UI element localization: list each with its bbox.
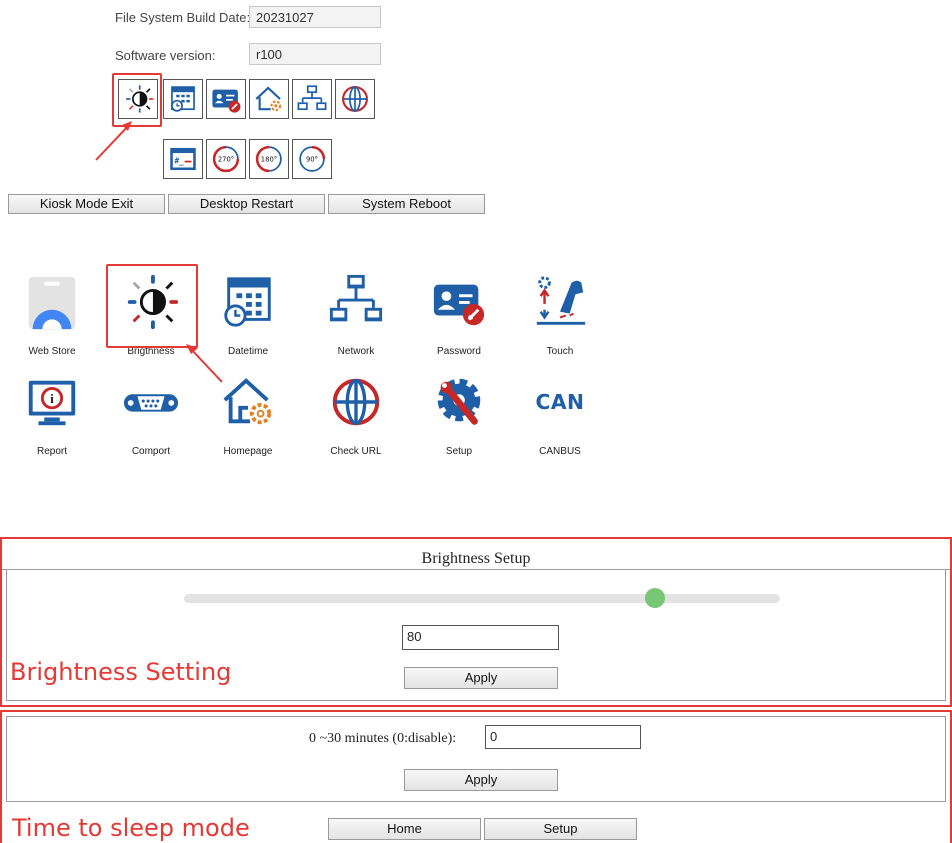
- sleep-minutes-input[interactable]: 0: [485, 725, 641, 749]
- rotate-180-label: 180°: [261, 156, 277, 164]
- rotate-180-icon: 180°: [255, 145, 282, 173]
- sleep-annotation: Time to sleep mode: [12, 814, 250, 842]
- home-button[interactable]: Home: [328, 818, 481, 840]
- brightness-value-input[interactable]: 80: [402, 625, 559, 650]
- app-label: Check URL: [330, 446, 382, 457]
- report-icon: i: [28, 380, 76, 426]
- slider-knob[interactable]: [644, 588, 665, 608]
- rotate-90-icon: 90°: [299, 145, 326, 172]
- toolbar-datetime-button[interactable]: [163, 79, 203, 119]
- app-label: CANBUS: [539, 446, 581, 457]
- app-report[interactable]: i Report: [7, 372, 97, 457]
- app-label: Password: [437, 346, 481, 357]
- software-version-label: Software version:: [115, 48, 216, 63]
- app-highlight-box: [106, 264, 198, 348]
- build-date-field: 20231027: [249, 6, 381, 28]
- toolbar-check-url-button[interactable]: [335, 79, 375, 119]
- app-canbus[interactable]: CAN CANBUS: [515, 372, 605, 457]
- sleep-minutes-label: 0 ~30 minutes (0:disable):: [309, 731, 457, 746]
- brightness-annotation: Brightness Setting: [10, 658, 232, 686]
- app-network[interactable]: Network: [311, 272, 401, 357]
- datetime-icon: [224, 277, 271, 327]
- toolbar-rotate-180-button[interactable]: 180°: [249, 139, 289, 179]
- terminal-icon: #_: [170, 147, 196, 171]
- app-label: Homepage: [223, 446, 273, 457]
- toolbar-terminal-button[interactable]: #_: [163, 139, 203, 179]
- app-password[interactable]: Password: [414, 272, 504, 357]
- sleep-apply-button[interactable]: Apply: [404, 769, 558, 791]
- brightness-panel: Brightness Setup 80 Apply Brightness Set…: [0, 537, 952, 707]
- password-icon: [433, 284, 485, 326]
- web-store-icon: [28, 276, 76, 330]
- app-setup[interactable]: Setup: [414, 372, 504, 457]
- network-icon: [297, 85, 327, 111]
- app-label: Network: [337, 346, 375, 357]
- app-check-url[interactable]: Check URL: [311, 372, 401, 457]
- homepage-icon: [255, 86, 282, 112]
- datetime-icon: [171, 86, 195, 112]
- toolbar-rotate-270-button[interactable]: 270°: [206, 139, 246, 179]
- svg-text:#_: #_: [175, 156, 185, 165]
- sleep-panel: 0 ~30 minutes (0:disable): 0 Apply Home …: [0, 710, 952, 843]
- toolbar-password-button[interactable]: [206, 79, 246, 119]
- app-label: Touch: [546, 346, 574, 357]
- comport-icon: [123, 394, 179, 412]
- toolbar-rotate-90-button[interactable]: 90°: [292, 139, 332, 179]
- app-label: Report: [36, 446, 67, 457]
- rotate-270-label: 270°: [218, 156, 234, 164]
- canbus-glyph: CAN: [535, 390, 584, 414]
- toolbar-homepage-button[interactable]: [249, 79, 289, 119]
- setup-icon: [437, 378, 481, 425]
- brightness-slider[interactable]: [184, 588, 780, 608]
- rotate-90-label: 90°: [306, 156, 318, 164]
- check-url-icon: [332, 378, 380, 426]
- desktop-restart-button[interactable]: Desktop Restart: [168, 194, 325, 214]
- build-date-label: File System Build Date:: [115, 10, 251, 25]
- system-reboot-button[interactable]: System Reboot: [328, 194, 485, 214]
- homepage-icon: [223, 378, 272, 425]
- rotate-270-icon: 270°: [212, 145, 240, 173]
- app-homepage[interactable]: Homepage: [203, 372, 293, 457]
- canbus-icon: CAN: [535, 390, 584, 414]
- svg-text:i: i: [50, 392, 54, 406]
- kiosk-mode-exit-button[interactable]: Kiosk Mode Exit: [8, 194, 165, 214]
- touch-icon: [536, 276, 586, 325]
- app-comport[interactable]: Comport: [106, 372, 196, 457]
- setup-button[interactable]: Setup: [484, 818, 637, 840]
- app-touch[interactable]: Touch: [515, 272, 605, 357]
- network-icon: [329, 274, 383, 322]
- software-version-field: r100: [249, 43, 381, 65]
- app-label: Comport: [131, 446, 171, 457]
- app-label: Web Store: [28, 346, 76, 357]
- toolbar-network-button[interactable]: [292, 79, 332, 119]
- brightness-title: Brightness Setup: [421, 550, 531, 567]
- check-url-icon: [342, 86, 368, 112]
- pointer-arrow-icon: [95, 121, 132, 161]
- app-web-store[interactable]: Web Store: [7, 272, 97, 357]
- password-icon: [212, 89, 241, 113]
- brightness-apply-button[interactable]: Apply: [404, 667, 558, 689]
- app-label: Setup: [445, 446, 473, 457]
